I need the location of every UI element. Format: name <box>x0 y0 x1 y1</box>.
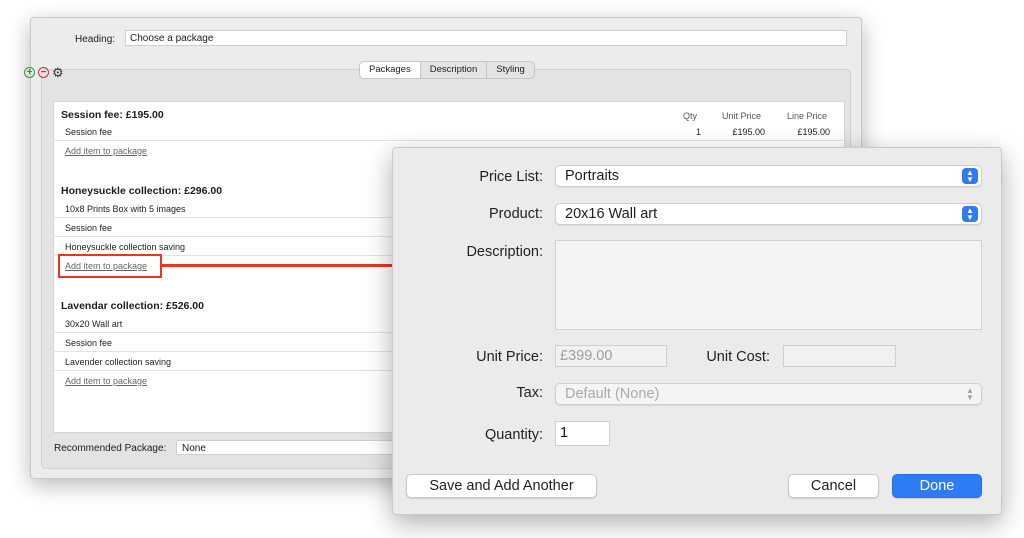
item-name: 10x8 Prints Box with 5 images <box>65 204 186 214</box>
recommended-package-select[interactable]: None <box>176 440 396 455</box>
product-label: Product: <box>489 206 543 222</box>
quantity-field[interactable]: 1 <box>555 421 610 446</box>
tab-packages[interactable]: Packages <box>360 62 421 78</box>
add-item-link[interactable]: Add item to package <box>65 376 147 386</box>
heading-input[interactable]: Choose a package <box>125 30 847 46</box>
column-unit-price: Unit Price <box>722 111 762 121</box>
done-button[interactable]: Done <box>892 474 982 498</box>
remove-icon[interactable]: − <box>38 67 49 78</box>
quantity-label: Quantity: <box>484 427 543 443</box>
item-name: Session fee <box>65 127 113 137</box>
package-title: Lavendar collection: £526.00 <box>61 300 204 312</box>
save-and-add-another-button[interactable]: Save and Add Another <box>406 474 597 498</box>
item-unit-price: £195.00 <box>732 127 765 137</box>
product-value: 20x16 Wall art <box>565 206 658 222</box>
unit-price-field[interactable]: £399.00 <box>555 345 667 367</box>
column-line-price: Line Price <box>787 111 828 121</box>
price-list-label: Price List: <box>479 169 543 185</box>
description-label: Description: <box>466 244 543 260</box>
column-qty: Qty <box>683 111 698 121</box>
stepper-icon: ▲ ▼ <box>966 386 974 402</box>
item-name: Session fee <box>65 338 113 348</box>
add-item-dialog: Price List: Portraits ▲ ▼ Product: 20x16 … <box>392 147 1002 515</box>
package-toolbar: + − ⚙ <box>24 66 64 79</box>
item-qty: 1 <box>695 127 701 137</box>
unit-price-label: Unit Price: <box>476 349 543 365</box>
gear-icon[interactable]: ⚙ <box>52 66 64 79</box>
tax-value: Default (None) <box>565 386 660 402</box>
add-item-link[interactable]: Add item to package <box>65 146 147 156</box>
price-list-popup[interactable]: Portraits ▲ ▼ <box>555 165 982 187</box>
tax-label: Tax: <box>516 385 543 401</box>
highlight-box <box>58 254 162 278</box>
item-name: 30x20 Wall art <box>65 319 123 329</box>
package-item-row[interactable]: Session fee <box>53 334 393 352</box>
heading-label: Heading: <box>75 34 116 45</box>
tax-popup[interactable]: Default (None) ▲ ▼ <box>555 383 982 405</box>
package-item-row[interactable]: 10x8 Prints Box with 5 images <box>53 200 393 218</box>
cancel-button[interactable]: Cancel <box>788 474 879 498</box>
package-item-row[interactable]: Lavender collection saving <box>53 353 393 371</box>
package-item-row[interactable]: 30x20 Wall art <box>53 315 393 333</box>
package-title: Honeysuckle collection: £296.00 <box>61 185 223 197</box>
package-item-row[interactable]: Session fee 1 £195.00 £195.00 <box>53 123 843 141</box>
description-textarea[interactable] <box>555 240 982 330</box>
arrow-line <box>162 264 412 267</box>
add-icon[interactable]: + <box>24 67 35 78</box>
tab-description[interactable]: Description <box>421 62 488 78</box>
stepper-icon: ▲ ▼ <box>962 168 978 184</box>
item-line-price: £195.00 <box>797 127 830 137</box>
recommended-package-label: Recommended Package: <box>54 443 167 454</box>
item-name: Lavender collection saving <box>65 357 172 367</box>
package-item-row[interactable]: Session fee <box>53 219 393 237</box>
price-list-value: Portraits <box>565 168 619 184</box>
stepper-icon: ▲ ▼ <box>962 206 978 222</box>
item-name: Session fee <box>65 223 113 233</box>
tab-bar: Packages Description Styling <box>359 61 535 79</box>
unit-cost-field[interactable] <box>783 345 896 367</box>
product-popup[interactable]: 20x16 Wall art ▲ ▼ <box>555 203 982 225</box>
package-title: Session fee: £195.00 <box>61 109 164 121</box>
tab-styling[interactable]: Styling <box>487 62 534 78</box>
unit-cost-label: Unit Cost: <box>706 349 770 365</box>
